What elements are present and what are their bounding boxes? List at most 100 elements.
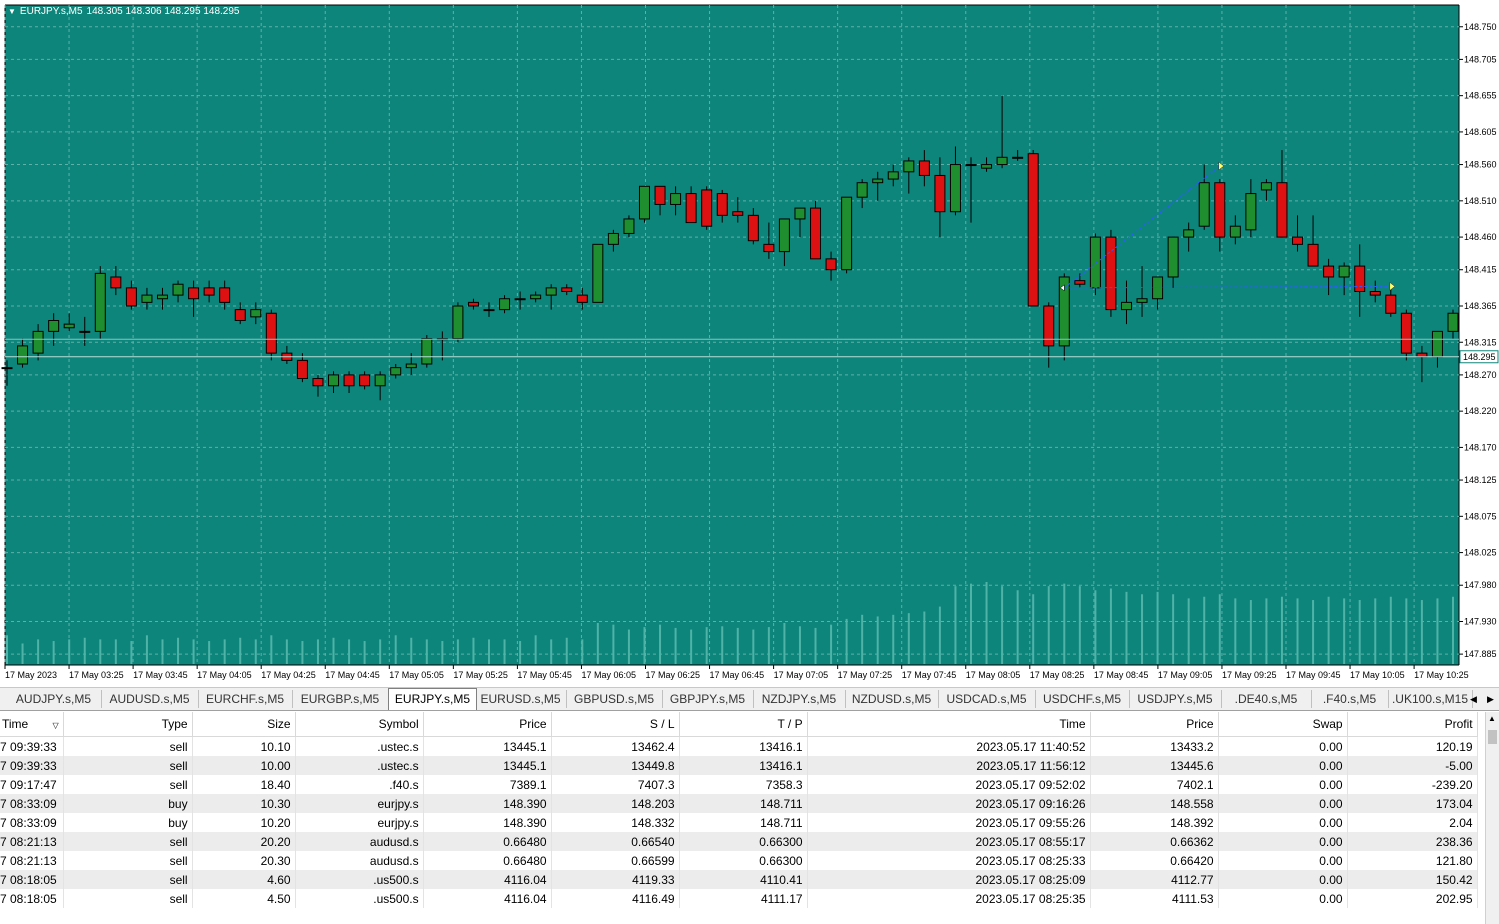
candle-body <box>716 193 728 216</box>
tab-nzdusd-s-m5[interactable]: NZDUSD.s,M5 <box>845 690 939 708</box>
column-header-symbol[interactable]: Symbol <box>295 712 424 737</box>
candle-body <box>576 294 588 303</box>
table-cell: 7 08:21:13 <box>0 851 64 870</box>
tab-audusd-s-m5[interactable]: AUDUSD.s,M5 <box>101 690 199 708</box>
table-cell: 4111.17 <box>679 889 808 908</box>
table-cell: 0.66300 <box>679 851 808 870</box>
tab-eurusd-s-m5[interactable]: EURUSD.s,M5 <box>475 690 567 708</box>
candle-body <box>918 160 930 176</box>
tab-usdjpy-s-m5[interactable]: USDJPY.s,M5 <box>1129 690 1222 708</box>
table-row[interactable]: 7 08:33:09 buy 10.20 eurjpy.s 148.390 148.332… <box>0 813 1478 832</box>
table-cell: 4110.41 <box>679 870 808 889</box>
table-row[interactable]: 7 09:17:47 sell 18.40 .f40.s 7389.1 7407.3 735… <box>0 775 1478 794</box>
table-scrollbar[interactable]: ▲ <box>1485 712 1499 924</box>
table-cell: 238.36 <box>1347 832 1478 851</box>
tab-eurjpy-s-m5[interactable]: EURJPY.s,M5 <box>388 688 477 710</box>
tab-nzdjpy-s-m5[interactable]: NZDJPY.s,M5 <box>753 690 846 708</box>
candle-body <box>234 309 246 321</box>
time-tick-label: 17 May 05:05 <box>389 670 444 680</box>
table-cell: 2023.05.17 08:55:17 <box>807 832 1091 851</box>
tab-gbpusd-s-m5[interactable]: GBPUSD.s,M5 <box>566 690 663 708</box>
collapse-triangle-icon[interactable]: ▼ <box>8 7 16 16</box>
candle-body <box>794 207 806 220</box>
price-tick-label: 148.460 <box>1464 232 1497 242</box>
scroll-up-icon[interactable]: ▲ <box>1488 714 1496 723</box>
candle-body <box>1136 298 1148 303</box>
candle-body <box>17 345 29 365</box>
tab-scroll-left-icon[interactable]: ◀ <box>1470 694 1477 705</box>
column-header-price[interactable]: Price <box>1090 712 1219 737</box>
candle-body <box>514 298 526 301</box>
candle-body <box>1074 280 1086 285</box>
candle-body <box>405 363 417 369</box>
candle-body <box>312 378 324 387</box>
table-cell: .f40.s <box>295 775 424 794</box>
candle-body <box>156 294 168 300</box>
tab-audjpy-s-m5[interactable]: AUDJPY.s,M5 <box>6 690 102 708</box>
table-cell: 148.203 <box>551 794 680 813</box>
tab-scroll-arrows[interactable]: ◀ ▶ <box>1465 690 1499 708</box>
tab-de40-s-m5[interactable]: .DE40.s,M5 <box>1221 690 1312 708</box>
time-tick-label: 17 May 09:05 <box>1158 670 1213 680</box>
price-tick-label: 148.510 <box>1464 196 1497 206</box>
table-cell: 13416.1 <box>679 756 808 775</box>
scroll-thumb[interactable] <box>1488 730 1497 744</box>
column-header-profit[interactable]: Profit <box>1347 712 1478 737</box>
table-cell: 120.19 <box>1347 736 1478 756</box>
time-tick-label: 17 May 04:45 <box>325 670 380 680</box>
tab-gbpjpy-s-m5[interactable]: GBPJPY.s,M5 <box>662 690 754 708</box>
table-cell: 148.558 <box>1090 794 1219 813</box>
price-tick-label: 148.270 <box>1464 370 1497 380</box>
column-header-time[interactable]: Time <box>807 712 1091 737</box>
table-row[interactable]: 7 09:39:33 sell 10.10 .ustec.s 13445.1 13462.… <box>0 736 1478 756</box>
column-header-size[interactable]: Size <box>192 712 296 737</box>
table-cell: 0.66420 <box>1090 851 1219 870</box>
column-header-swap[interactable]: Swap <box>1218 712 1348 737</box>
table-cell: 4119.33 <box>551 870 680 889</box>
table-cell: 4112.77 <box>1090 870 1219 889</box>
tab-eurgbp-s-m5[interactable]: EURGBP.s,M5 <box>292 690 389 708</box>
candle-body <box>1198 182 1210 227</box>
column-header-t-p[interactable]: T / P <box>679 712 808 737</box>
tab-eurchf-s-m5[interactable]: EURCHF.s,M5 <box>198 690 293 708</box>
candle-body <box>250 309 262 318</box>
table-row[interactable]: 7 08:21:13 sell 20.20 audusd.s 0.66480 0.6654… <box>0 832 1478 851</box>
table-row[interactable]: 7 08:21:13 sell 20.30 audusd.s 0.66480 0.6659… <box>0 851 1478 870</box>
candle-body <box>296 359 308 380</box>
table-row[interactable]: 7 08:18:05 sell 4.60 .us500.s 4116.04 4119.33… <box>0 870 1478 889</box>
column-header-type[interactable]: Type <box>63 712 193 737</box>
chart-window[interactable]: 148.750 148.705 148.655 148.605 148.560 148.5… <box>0 0 1499 686</box>
table-cell: .ustec.s <box>295 736 424 756</box>
table-cell: 0.66480 <box>423 832 552 851</box>
table-header-row: Time ▽ Type Size Symbol Price S / LT / P Time P… <box>0 712 1478 737</box>
tab-scroll-right-icon[interactable]: ▶ <box>1487 694 1494 705</box>
chart-tab-bar: AUDJPY.s,M5 AUDUSD.s,M5 EURCHF.s,M5 EURGBP.… <box>0 687 1499 711</box>
table-row[interactable]: 7 09:39:33 sell 10.00 .ustec.s 13445.1 13449.… <box>0 756 1478 775</box>
column-header-price[interactable]: Price <box>423 712 552 737</box>
tab-usdchf-s-m5[interactable]: USDCHF.s,M5 <box>1035 690 1130 708</box>
table-cell: 4111.53 <box>1090 889 1219 908</box>
table-row[interactable]: 7 08:18:05 sell 4.50 .us500.s 4116.04 4116.49… <box>0 889 1478 908</box>
column-header-time[interactable]: Time ▽ <box>0 712 64 737</box>
price-chart[interactable]: 148.750 148.705 148.655 148.605 148.560 148.5… <box>0 0 1499 686</box>
candle-body <box>188 287 200 300</box>
candle-body <box>638 185 650 220</box>
price-tick-label: 148.075 <box>1464 511 1497 521</box>
candle-body <box>841 196 853 271</box>
candle-body <box>763 243 775 253</box>
table-cell: 13445.1 <box>423 756 552 775</box>
time-tick-label: 17 May 06:05 <box>581 670 636 680</box>
sort-arrow-icon: ▽ <box>50 721 59 730</box>
candle-body <box>530 294 542 300</box>
candle-body <box>981 164 993 169</box>
tab-usdcad-s-m5[interactable]: USDCAD.s,M5 <box>938 690 1036 708</box>
time-tick-label: 17 May 09:25 <box>1222 670 1277 680</box>
tab-f40-s-m5[interactable]: .F40.s,M5 <box>1311 690 1389 708</box>
table-cell: sell <box>63 736 193 756</box>
table-cell: 13416.1 <box>679 736 808 756</box>
table-cell: 2.04 <box>1347 813 1478 832</box>
candle-body <box>172 283 184 296</box>
column-header-s-l[interactable]: S / L <box>551 712 680 737</box>
tab-uk100-s-m15[interactable]: .UK100.s,M15 <box>1388 690 1473 708</box>
table-row[interactable]: 7 08:33:09 buy 10.30 eurjpy.s 148.390 148.203… <box>0 794 1478 813</box>
